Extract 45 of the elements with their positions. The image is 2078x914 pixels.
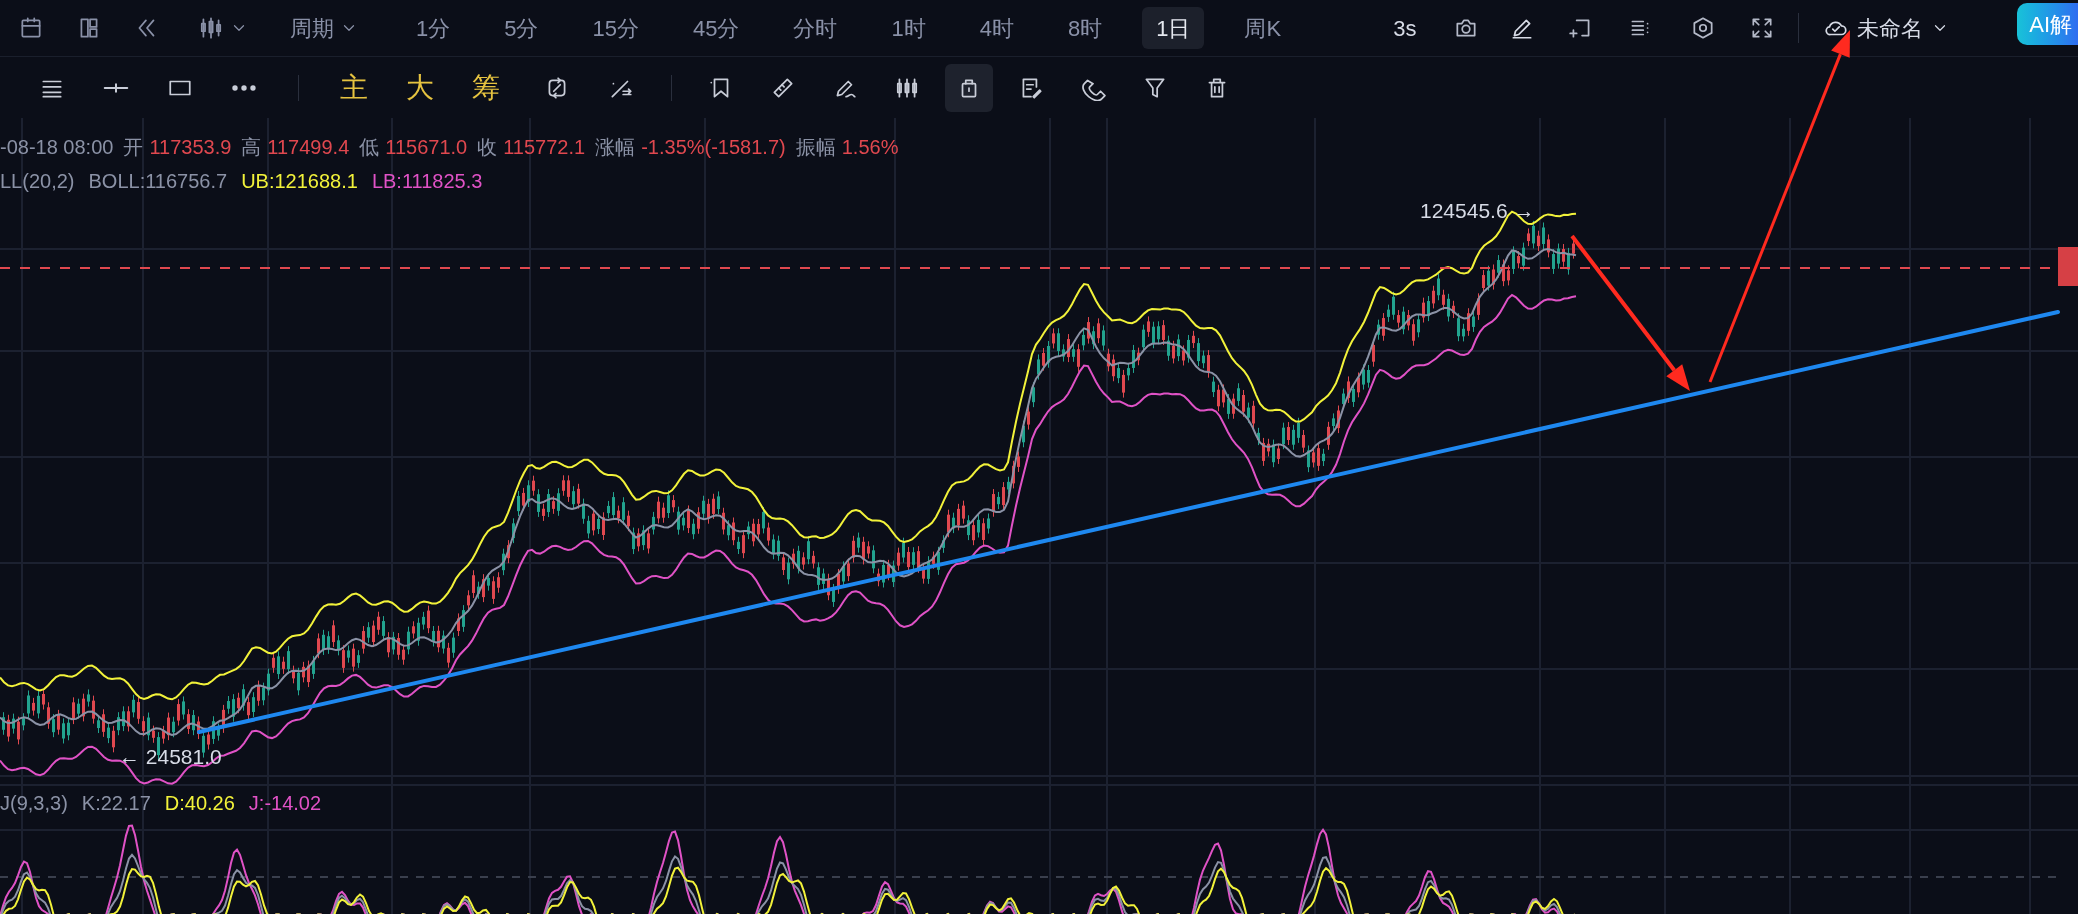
legend-value: J(9,3,3) — [0, 791, 68, 816]
field-label: 振幅 — [795, 135, 836, 160]
layout-name-dropdown[interactable]: 未命名 — [1813, 7, 1960, 49]
legend-value: K:22.17 — [81, 791, 151, 816]
horizontal-line-icon — [103, 82, 129, 93]
price-tag-marker — [2058, 247, 2078, 286]
legend-value: LB:111825.3 — [371, 169, 483, 194]
timeframe-tab[interactable]: 周K — [1230, 7, 1296, 49]
timeframe-tab[interactable]: 15分 — [578, 7, 653, 49]
field-value: 115772.1 — [503, 135, 586, 160]
ai-button[interactable]: AI解 — [2017, 3, 2078, 45]
legend-value: UB:121688.1 — [241, 169, 358, 194]
legend-value: BOLL:116756.7 — [88, 169, 228, 194]
timeframe-tab[interactable]: 8时 — [1053, 7, 1117, 49]
field-value: 117353.9 — [149, 135, 232, 160]
field-label: 收 — [477, 135, 498, 160]
lock-tool-button[interactable] — [945, 63, 993, 112]
timeframe-tab[interactable]: 5分 — [490, 7, 553, 49]
candlestick-icon — [198, 15, 224, 41]
field-label: 涨幅 — [595, 135, 636, 160]
calendar-icon — [18, 15, 44, 41]
field-value: 117499.4 — [267, 135, 350, 160]
timeframe-tab[interactable]: 1分 — [402, 7, 465, 49]
timeframe-tab[interactable]: 45分 — [679, 7, 754, 49]
field-label: 低 — [359, 135, 380, 160]
period-dropdown[interactable]: 周期 — [280, 7, 368, 49]
field-value: 1.56% — [841, 135, 899, 160]
field-value: 115671.0 — [385, 135, 468, 160]
field-value: -1.35%(-1581.7) — [641, 135, 786, 160]
indicator-button[interactable]: 大 — [387, 66, 453, 109]
legend-value: J:-14.02 — [248, 791, 322, 816]
timeframe-tab[interactable]: 1日 — [1142, 7, 1205, 49]
high-price-label: 124545.6 → — [1420, 199, 1535, 222]
timeframe-tab[interactable]: 分时 — [779, 7, 852, 49]
legend-value: D:40.26 — [164, 791, 235, 816]
timeframe-tab[interactable]: 4时 — [965, 7, 1028, 49]
indicator-button[interactable]: 主 — [321, 66, 387, 109]
field-label: 高 — [241, 135, 262, 160]
refresh-interval-button[interactable]: 3s — [1385, 7, 1425, 49]
timeframe-tab[interactable]: 1时 — [877, 7, 940, 49]
more-icon — [232, 84, 256, 91]
candle-time: -08-18 08:00 — [0, 135, 114, 160]
field-label: 开 — [123, 135, 144, 160]
legend-value: LL(20,2) — [0, 169, 75, 194]
indicator-button[interactable]: 筹 — [453, 66, 519, 109]
